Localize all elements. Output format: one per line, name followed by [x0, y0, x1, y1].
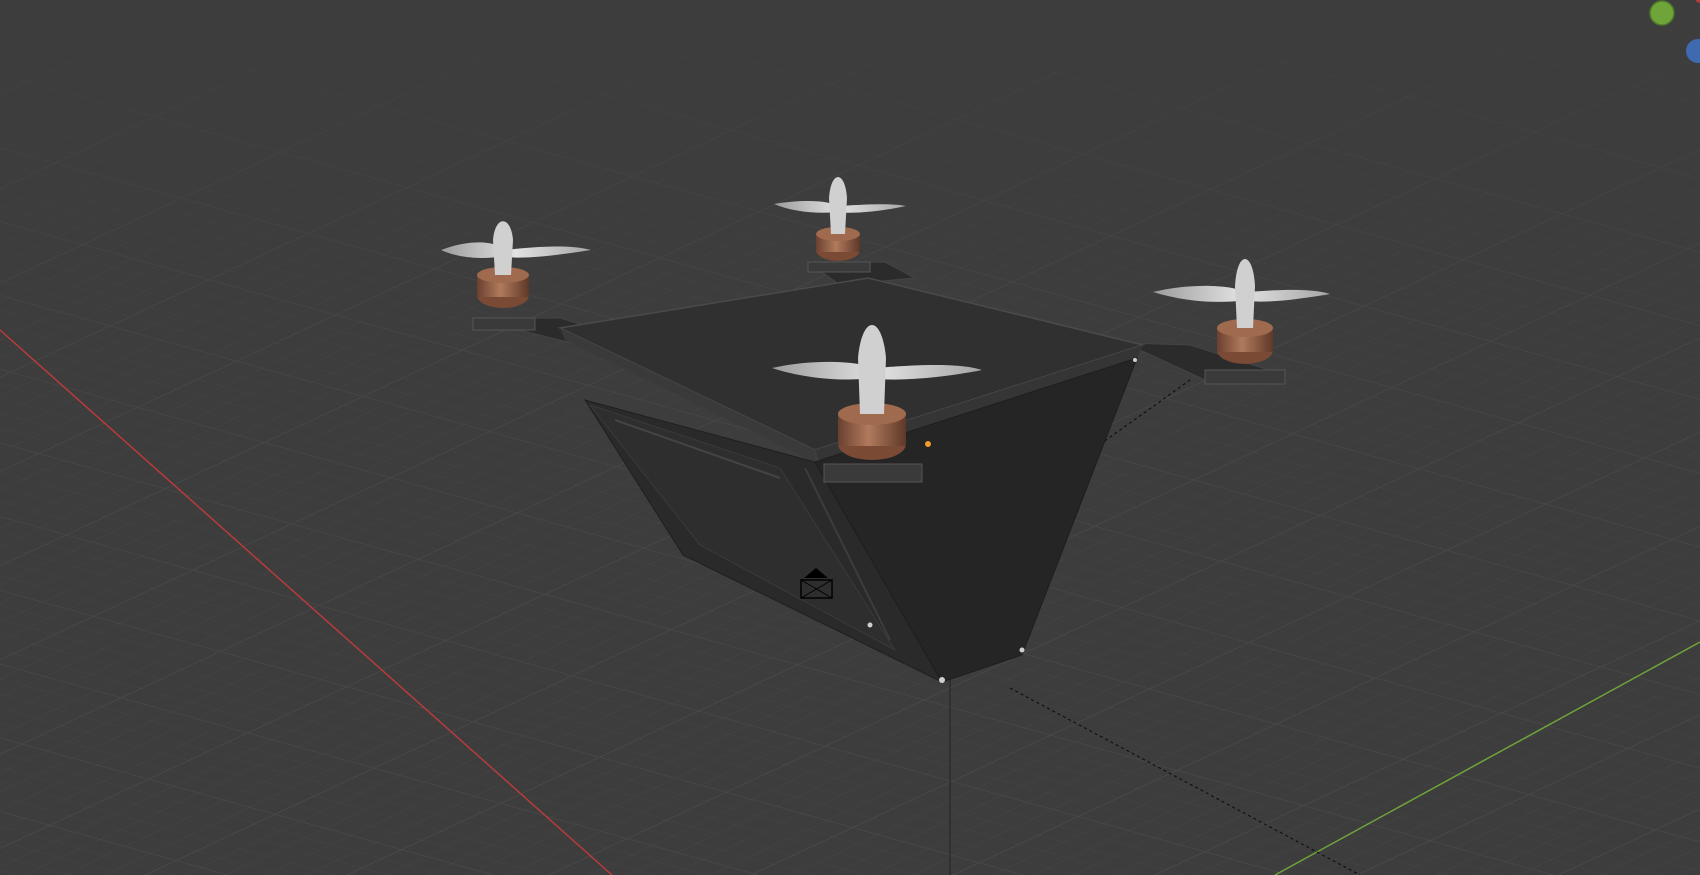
body-vertex-3 — [867, 622, 873, 628]
propeller-hub-icon — [858, 325, 886, 414]
motor-mount-icon — [807, 261, 871, 273]
3d-viewport[interactable] — [0, 0, 1700, 875]
propeller-hub-icon — [493, 221, 513, 275]
motor-mount-icon — [823, 463, 923, 483]
propeller-hub-icon — [1235, 259, 1255, 328]
gizmo-y-axis-icon[interactable] — [1649, 0, 1675, 26]
origin-point[interactable] — [925, 441, 931, 447]
body-vertex-4 — [1133, 358, 1137, 362]
propeller-hub-icon — [829, 177, 847, 234]
motor-mount-icon — [472, 317, 536, 331]
viewport-canvas[interactable] — [0, 0, 1700, 875]
body-vertex-2 — [1019, 647, 1025, 653]
motor-mount-icon — [1204, 369, 1286, 385]
body-vertex — [939, 677, 945, 683]
